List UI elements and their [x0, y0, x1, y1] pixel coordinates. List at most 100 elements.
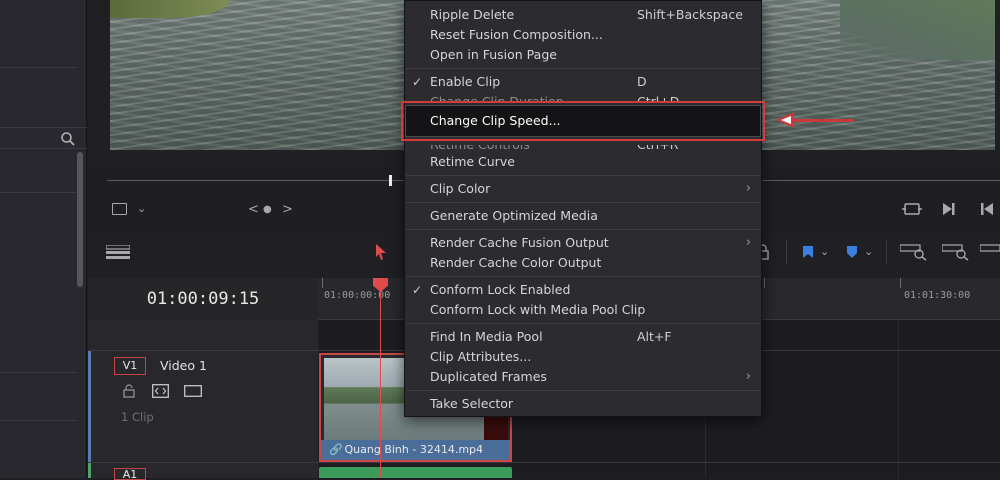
menu-item-label: Clip Attributes... — [430, 349, 532, 364]
menu-item-ripple-delete[interactable]: Ripple Delete Shift+Backspace — [405, 5, 761, 25]
chevron-down-icon[interactable]: ⌄ — [820, 244, 829, 260]
chevron-down-icon[interactable]: ⌄ — [864, 244, 873, 260]
menu-item-label: Generate Optimized Media — [430, 208, 598, 223]
nav-dot-icon[interactable]: ● — [263, 202, 272, 218]
menu-item-reset-fusion-composition[interactable]: Reset Fusion Composition... — [405, 25, 761, 45]
timecode-display[interactable]: 01:00:09:15 — [88, 278, 318, 320]
panel-divider — [0, 372, 76, 373]
left-panel — [0, 0, 87, 478]
menu-separator — [406, 390, 760, 391]
link-icon: 🔗 — [329, 443, 343, 456]
playhead-line[interactable] — [380, 284, 381, 478]
menu-item-clip-attributes[interactable]: Clip Attributes... — [405, 347, 761, 367]
grid-line — [898, 320, 899, 478]
menu-separator — [406, 229, 760, 230]
menu-item-render-cache-color-output[interactable]: Render Cache Color Output — [405, 253, 761, 273]
menu-item-open-in-fusion-page[interactable]: Open in Fusion Page — [405, 45, 761, 65]
menu-item-conform-lock-with-media-pool-clip[interactable]: Conform Lock with Media Pool Clip — [405, 300, 761, 320]
menu-item-label: Render Cache Color Output — [430, 255, 602, 270]
clip-context-menu: Ripple Delete Shift+Backspace Reset Fusi… — [404, 0, 762, 417]
menu-separator — [406, 323, 760, 324]
ruler-tick — [764, 278, 765, 288]
audio-track-accent — [88, 463, 91, 478]
annotation-arrow-head-inner — [781, 116, 791, 124]
marker-icon[interactable] — [846, 245, 858, 259]
menu-item-find-in-media-pool[interactable]: Find In Media Pool Alt+F — [405, 327, 761, 347]
check-icon: ✓ — [412, 283, 423, 297]
flag-icon[interactable] — [802, 245, 814, 259]
menu-separator — [406, 68, 760, 69]
zoom-detail-icon[interactable] — [942, 243, 970, 261]
toolbar-divider — [786, 240, 787, 264]
menu-item-label: Reset Fusion Composition... — [430, 27, 603, 42]
menu-item-label: Ripple Delete — [430, 7, 515, 22]
nav-prev-icon[interactable]: < — [248, 202, 259, 218]
submenu-arrow-icon: › — [745, 369, 751, 384]
track-clip-count: 1 Clip — [121, 410, 154, 424]
search-bar[interactable] — [0, 127, 87, 149]
menu-item-clip-color[interactable]: Clip Color › — [405, 179, 761, 199]
track-badge-v1[interactable]: V1 — [114, 357, 146, 375]
menu-separator — [406, 276, 760, 277]
audio-clip[interactable] — [319, 467, 512, 478]
menu-item-duplicated-frames[interactable]: Duplicated Frames › — [405, 367, 761, 387]
menu-separator — [406, 202, 760, 203]
menu-item-label: Render Cache Fusion Output — [430, 235, 609, 250]
menu-item-shortcut: Shift+Backspace — [637, 7, 743, 22]
annotation-highlight-box — [401, 101, 765, 141]
menu-item-label: Take Selector — [430, 396, 514, 411]
menu-item-enable-clip[interactable]: ✓ Enable Clip D — [405, 72, 761, 92]
menu-item-label: Clip Color — [430, 181, 491, 196]
ruler-tick — [322, 278, 323, 288]
menu-item-label: Enable Clip — [430, 74, 501, 89]
video-track-accent — [88, 351, 91, 462]
left-panel-scrollbar[interactable] — [77, 152, 83, 287]
submenu-arrow-icon: › — [745, 181, 751, 196]
menu-item-shortcut: D — [637, 74, 647, 89]
selection-tool-icon[interactable] — [375, 243, 387, 261]
menu-item-label: Duplicated Frames — [430, 369, 547, 384]
loop-icon[interactable] — [902, 202, 922, 216]
menu-item-retime-curve[interactable]: Retime Curve — [405, 152, 761, 172]
nav-next-icon[interactable]: > — [282, 202, 293, 218]
menu-item-label: Conform Lock Enabled — [430, 282, 571, 297]
viewer-mode-icon[interactable] — [112, 203, 127, 215]
ruler-label: 01:01:30:00 — [904, 290, 971, 301]
clip-name: Quang Binh - 32414.mp4 — [344, 443, 484, 456]
menu-item-label: Conform Lock with Media Pool Clip — [430, 302, 646, 317]
track-badge-a1[interactable]: A1 — [114, 468, 146, 480]
menu-item-shortcut: Alt+F — [637, 329, 672, 344]
chevron-down-icon[interactable]: ⌄ — [137, 201, 146, 217]
ruler-tick — [900, 278, 901, 288]
menu-item-take-selector[interactable]: Take Selector — [405, 394, 761, 414]
annotation-arrow-shaft — [793, 119, 854, 122]
submenu-arrow-icon: › — [745, 235, 751, 250]
menu-item-render-cache-fusion-output[interactable]: Render Cache Fusion Output › — [405, 233, 761, 253]
zoom-full-icon[interactable] — [900, 243, 928, 261]
clip-label-bar: 🔗 Quang Binh - 32414.mp4 — [321, 440, 510, 460]
menu-item-label: Retime Curve — [430, 154, 515, 169]
previous-clip-icon[interactable] — [980, 202, 994, 216]
zoom-custom-icon[interactable] — [980, 243, 1000, 261]
menu-item-label: Find In Media Pool — [430, 329, 543, 344]
search-icon[interactable] — [60, 131, 76, 147]
viewer-scrubber-handle[interactable] — [389, 175, 392, 186]
timeline-view-options-icon[interactable] — [106, 245, 130, 259]
check-icon: ✓ — [412, 75, 423, 89]
panel-divider — [0, 192, 76, 193]
next-frame-icon[interactable] — [942, 202, 956, 216]
panel-divider — [0, 67, 76, 68]
video-shore-right — [840, 0, 995, 60]
auto-select-icon[interactable] — [152, 384, 169, 398]
track-name[interactable]: Video 1 — [160, 358, 207, 373]
track-divider — [88, 462, 1000, 463]
menu-item-label: Open in Fusion Page — [430, 47, 557, 62]
menu-item-generate-optimized-media[interactable]: Generate Optimized Media — [405, 206, 761, 226]
toolbar-divider — [886, 240, 887, 264]
track-header-column — [88, 320, 318, 478]
track-lock-icon[interactable] — [123, 384, 135, 398]
track-enable-icon[interactable] — [184, 385, 202, 397]
menu-separator — [406, 175, 760, 176]
panel-divider — [0, 420, 76, 421]
menu-item-conform-lock-enabled[interactable]: ✓ Conform Lock Enabled — [405, 280, 761, 300]
